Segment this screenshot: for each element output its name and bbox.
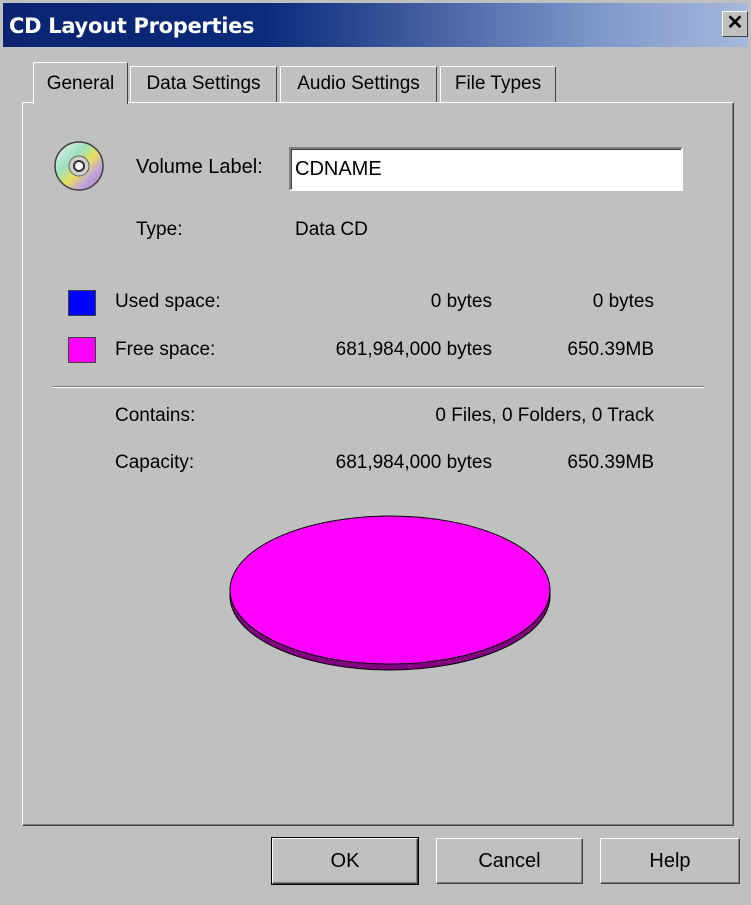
contains-caption: Contains: [115,405,196,426]
free-space-bytes: 681,984,000 bytes [335,339,492,360]
capacity-caption: Capacity: [115,452,195,473]
volume-label-caption: Volume Label: [136,156,263,178]
close-icon[interactable]: ✕ [727,12,744,34]
tab-file-types[interactable]: File Types [440,66,556,102]
space-pie-chart [229,515,551,671]
used-space-caption: Used space: [115,291,221,312]
used-space-bytes: 0 bytes [430,291,492,312]
close-button[interactable]: ✕ [722,11,748,37]
pie-free-slice [229,515,551,665]
tab-general-label: General [46,73,115,94]
tab-audio-settings-label: Audio Settings [297,73,420,94]
tab-general[interactable]: General [33,62,128,104]
free-space-caption: Free space: [115,339,216,360]
used-space-size: 0 bytes [592,291,654,312]
type-value: Data CD [295,219,368,240]
ok-button[interactable]: OK [271,837,419,885]
help-button[interactable]: Help [600,838,740,884]
properties-dialog: CD Layout Properties ✕ General Data Sett… [0,0,751,905]
capacity-size: 650.39MB [567,452,654,473]
type-caption: Type: [136,219,183,240]
tab-data-settings-label: Data Settings [146,73,261,94]
tab-audio-settings[interactable]: Audio Settings [280,66,437,102]
volume-label-input[interactable] [289,147,683,191]
free-space-swatch [68,337,96,363]
contains-value: 0 Files, 0 Folders, 0 Track [435,405,654,426]
window-title: CD Layout Properties [9,14,255,38]
title-bar[interactable]: CD Layout Properties ✕ [3,3,748,47]
capacity-bytes: 681,984,000 bytes [335,452,492,473]
tab-file-types-label: File Types [454,73,542,94]
cd-disc-icon [54,141,104,191]
used-space-swatch [68,290,96,316]
tab-data-settings[interactable]: Data Settings [130,66,277,102]
separator [52,386,704,388]
free-space-size: 650.39MB [567,339,654,360]
cancel-button[interactable]: Cancel [436,838,583,884]
